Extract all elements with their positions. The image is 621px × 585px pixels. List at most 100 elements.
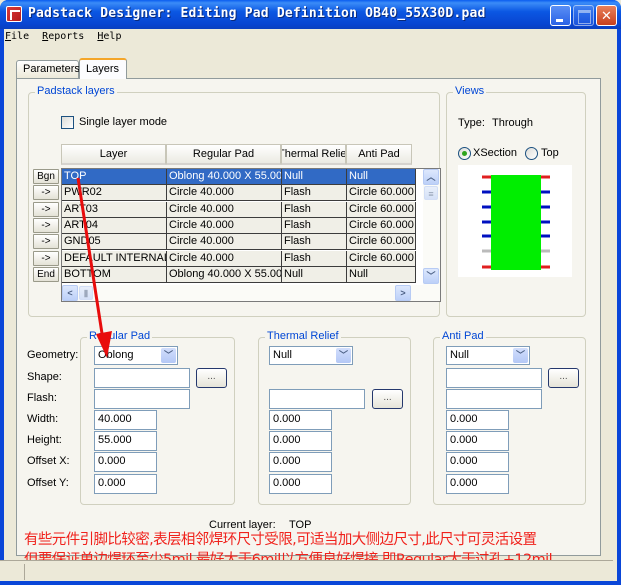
table-row[interactable]: BOTTOM Oblong 40.000 X 55.000 Null Null bbox=[62, 266, 416, 283]
cell-layer[interactable]: GND05 bbox=[62, 234, 167, 251]
anti-pad-offset-y-field[interactable]: 0.000 bbox=[446, 474, 509, 494]
table-row[interactable]: TOP Oblong 40.000 X 55.000 Null Null bbox=[62, 169, 416, 185]
column-header-thermal-relief[interactable]: Thermal Relief bbox=[281, 144, 346, 165]
regular-pad-geometry-select[interactable]: Oblong ﹀ bbox=[94, 346, 178, 365]
menu-help[interactable]: Help bbox=[92, 29, 126, 42]
insert-layer-button[interactable]: -> bbox=[33, 201, 59, 217]
column-header-regular-pad[interactable]: Regular Pad bbox=[166, 144, 281, 165]
regular-pad-shape-browse-button[interactable]: ... bbox=[196, 368, 227, 388]
anti-pad-geometry-select[interactable]: Null ﹀ bbox=[446, 346, 530, 365]
table-row[interactable]: ART04 Circle 40.000 Flash Circle 60.000 bbox=[62, 217, 416, 234]
cell-thermal[interactable]: Null bbox=[282, 169, 347, 185]
cell-anti[interactable]: Circle 60.000 bbox=[347, 234, 416, 251]
cell-regular[interactable]: Circle 40.000 bbox=[167, 234, 282, 251]
chevron-down-icon[interactable]: ﹀ bbox=[161, 348, 176, 363]
scroll-left-icon[interactable]: < bbox=[62, 285, 78, 301]
scroll-up-icon[interactable]: ︿ bbox=[423, 169, 439, 185]
regular-pad-flash-field[interactable] bbox=[94, 389, 190, 409]
single-layer-mode-checkbox[interactable] bbox=[61, 116, 74, 129]
vertical-scrollbar[interactable]: ︿ ≡ ﹀ bbox=[423, 169, 440, 285]
table-row[interactable]: ART03 Circle 40.000 Flash Circle 60.000 bbox=[62, 201, 416, 218]
app-icon[interactable] bbox=[6, 6, 22, 22]
field-label: Flash: bbox=[27, 392, 57, 404]
close-button[interactable] bbox=[596, 5, 617, 26]
cell-regular[interactable]: Circle 40.000 bbox=[167, 250, 282, 267]
cell-layer[interactable]: DEFAULT INTERNAL bbox=[62, 250, 167, 267]
thermal-relief-height-field[interactable]: 0.000 bbox=[269, 431, 332, 451]
cell-anti[interactable]: Circle 60.000 bbox=[347, 250, 416, 267]
cell-anti[interactable]: Circle 60.000 bbox=[347, 201, 416, 218]
regular-pad-height-field[interactable]: 55.000 bbox=[94, 431, 157, 451]
minimize-button[interactable] bbox=[550, 5, 571, 26]
cell-anti[interactable]: Null bbox=[347, 266, 416, 283]
anti-pad-shape-field[interactable] bbox=[446, 368, 542, 388]
menu-reports[interactable]: Reports bbox=[37, 29, 89, 42]
insert-layer-button[interactable]: -> bbox=[33, 185, 59, 201]
thermal-relief-flash-field[interactable] bbox=[269, 389, 365, 409]
cell-thermal[interactable]: Flash bbox=[282, 234, 347, 251]
thermal-relief-offset-y-field[interactable]: 0.000 bbox=[269, 474, 332, 494]
single-layer-mode-label: Single layer mode bbox=[79, 116, 168, 128]
title-bar[interactable]: Padstack Designer: Editing Pad Definitio… bbox=[0, 0, 621, 29]
maximize-button[interactable] bbox=[573, 5, 594, 26]
regular-pad-offset-x-field[interactable]: 0.000 bbox=[94, 452, 157, 472]
column-header-anti-pad[interactable]: Anti Pad bbox=[346, 144, 412, 165]
top-radio[interactable] bbox=[525, 147, 538, 160]
cell-layer[interactable]: BOTTOM bbox=[62, 266, 167, 283]
scroll-thumb[interactable]: ≡ bbox=[424, 186, 438, 200]
table-row[interactable]: DEFAULT INTERNAL Circle 40.000 Flash Circle… bbox=[62, 250, 416, 267]
cell-regular[interactable]: Oblong 40.000 X 55.000 bbox=[167, 169, 282, 185]
anti-pad-width-field[interactable]: 0.000 bbox=[446, 410, 509, 430]
begin-layer-button[interactable]: Bgn bbox=[33, 169, 59, 184]
menu-file[interactable]: File bbox=[0, 29, 34, 42]
scroll-down-icon[interactable]: ﹀ bbox=[423, 268, 439, 284]
scroll-right-icon[interactable]: > bbox=[395, 285, 411, 301]
cell-regular[interactable]: Circle 40.000 bbox=[167, 201, 282, 218]
regular-pad-geometry-value: Oblong bbox=[98, 349, 134, 361]
anti-pad-height-field[interactable]: 0.000 bbox=[446, 431, 509, 451]
xsection-radio[interactable] bbox=[458, 147, 471, 160]
chevron-down-icon[interactable]: ﹀ bbox=[336, 348, 351, 363]
thermal-relief-geometry-select[interactable]: Null ﹀ bbox=[269, 346, 353, 365]
cell-thermal[interactable]: Flash bbox=[282, 250, 347, 267]
regular-pad-offset-y-field[interactable]: 0.000 bbox=[94, 474, 157, 494]
tab-layers[interactable]: Layers bbox=[79, 58, 127, 79]
cell-anti[interactable]: Null bbox=[347, 169, 416, 185]
table-row[interactable]: PWR02 Circle 40.000 Flash Circle 60.000 bbox=[62, 185, 416, 202]
thermal-relief-flash-browse-button[interactable]: ... bbox=[372, 389, 403, 409]
horizontal-scrollbar[interactable]: < ⦀ > bbox=[62, 285, 440, 301]
chevron-down-icon[interactable]: ﹀ bbox=[513, 348, 528, 363]
cell-anti[interactable]: Circle 60.000 bbox=[347, 185, 416, 202]
cell-layer[interactable]: TOP bbox=[62, 169, 167, 185]
cell-regular[interactable]: Circle 40.000 bbox=[167, 185, 282, 202]
top-label[interactable]: Top bbox=[541, 147, 559, 159]
cell-thermal[interactable]: Null bbox=[282, 266, 347, 283]
thermal-relief-offset-x-field[interactable]: 0.000 bbox=[269, 452, 332, 472]
cell-thermal[interactable]: Flash bbox=[282, 217, 347, 234]
cell-layer[interactable]: ART04 bbox=[62, 217, 167, 234]
insert-layer-button[interactable]: -> bbox=[33, 234, 59, 250]
anti-pad-flash-field[interactable] bbox=[446, 389, 542, 409]
anti-pad-offset-x-field[interactable]: 0.000 bbox=[446, 452, 509, 472]
insert-layer-button[interactable]: -> bbox=[33, 250, 59, 266]
insert-layer-button[interactable]: -> bbox=[33, 217, 59, 233]
xsection-label[interactable]: XSection bbox=[473, 147, 517, 159]
cell-layer[interactable]: PWR02 bbox=[62, 185, 167, 202]
cell-thermal[interactable]: Flash bbox=[282, 185, 347, 202]
table-row[interactable]: GND05 Circle 40.000 Flash Circle 60.000 bbox=[62, 234, 416, 251]
regular-pad-shape-field[interactable] bbox=[94, 368, 190, 388]
field-label: Shape: bbox=[27, 371, 62, 383]
column-header-layer[interactable]: Layer bbox=[61, 144, 166, 165]
cell-anti[interactable]: Circle 60.000 bbox=[347, 217, 416, 234]
regular-pad-width-field[interactable]: 40.000 bbox=[94, 410, 157, 430]
cell-thermal[interactable]: Flash bbox=[282, 201, 347, 218]
hscroll-thumb[interactable]: ⦀ bbox=[79, 286, 93, 300]
cell-regular[interactable]: Oblong 40.000 X 55.000 bbox=[167, 266, 282, 283]
anti-pad-shape-browse-button[interactable]: ... bbox=[548, 368, 579, 388]
menu-bar: File Reports Help bbox=[0, 29, 613, 47]
tab-parameters[interactable]: Parameters bbox=[16, 60, 80, 78]
thermal-relief-width-field[interactable]: 0.000 bbox=[269, 410, 332, 430]
cell-layer[interactable]: ART03 bbox=[62, 201, 167, 218]
end-layer-button[interactable]: End bbox=[33, 266, 59, 282]
cell-regular[interactable]: Circle 40.000 bbox=[167, 217, 282, 234]
